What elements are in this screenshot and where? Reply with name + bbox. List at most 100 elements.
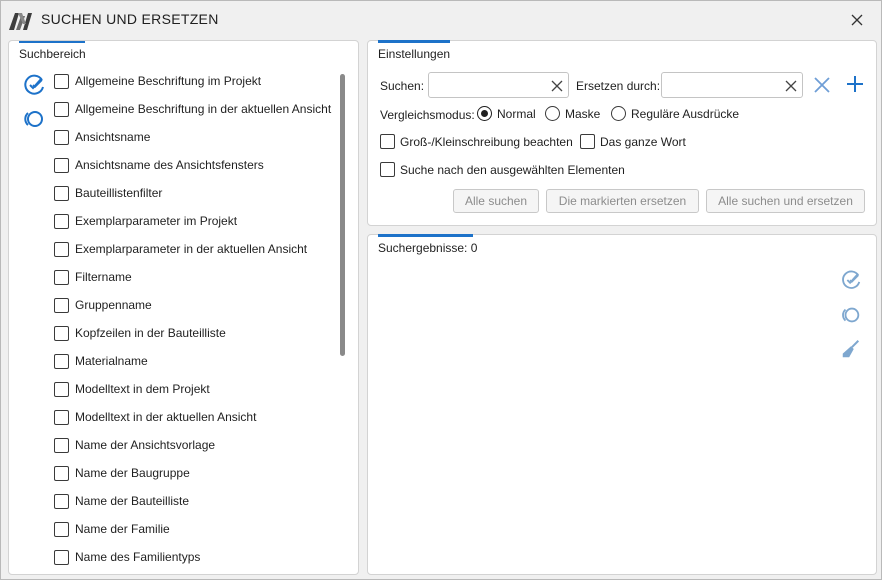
replace-input[interactable] xyxy=(666,76,778,94)
checkbox-box xyxy=(54,185,69,201)
search-area-item-label: Ansichtsname xyxy=(75,130,151,144)
panel-accent xyxy=(378,234,473,237)
mode-normal-label: Normal xyxy=(497,106,536,121)
results-panel: Suchergebnisse: 0 xyxy=(367,234,877,575)
checkbox-box xyxy=(54,493,69,509)
checkbox-box xyxy=(54,549,69,565)
select-all-icon[interactable] xyxy=(22,73,46,97)
search-area-item-label: Bauteillistenfilter xyxy=(75,186,163,200)
checkbox-box xyxy=(54,353,69,369)
mode-mask-radio[interactable]: Maske xyxy=(545,106,600,121)
close-button[interactable] xyxy=(846,9,868,31)
checkbox-box xyxy=(54,157,69,173)
checkbox-box xyxy=(54,73,69,89)
checkbox-box xyxy=(54,213,69,229)
search-selected-label: Suche nach den ausgewählten Elementen xyxy=(400,162,625,177)
search-area-scrollbar[interactable] xyxy=(340,74,345,356)
window-title: SUCHEN UND ERSETZEN xyxy=(41,11,219,27)
clear-replace-icon[interactable] xyxy=(784,79,798,93)
search-area-item[interactable]: Bauteillistenfilter xyxy=(54,182,162,204)
search-area-item[interactable]: Name der Familie xyxy=(54,518,170,540)
panel-accent xyxy=(378,40,450,43)
search-area-item[interactable]: Modelltext in dem Projekt xyxy=(54,378,210,400)
search-area-item[interactable]: Exemplarparameter in der aktuellen Ansic… xyxy=(54,238,307,260)
add-icon[interactable] xyxy=(844,73,866,95)
checkbox-box xyxy=(54,325,69,341)
radio-indicator xyxy=(477,106,492,121)
search-area-item[interactable]: Name der Ansichtsvorlage xyxy=(54,434,215,456)
search-area-item-label: Modelltext in dem Projekt xyxy=(75,382,210,396)
search-replace-window: SUCHEN UND ERSETZEN Suchbereich Allgemei… xyxy=(0,0,882,580)
search-area-item[interactable]: Ansichtsname des Ansichtsfensters xyxy=(54,154,264,176)
search-area-item[interactable]: Ansichtsname xyxy=(54,126,150,148)
whole-word-checkbox[interactable]: Das ganze Wort xyxy=(580,134,686,149)
deselect-results-icon[interactable] xyxy=(840,304,862,326)
search-area-item[interactable]: Allgemeine Beschriftung in der aktuellen… xyxy=(54,98,331,120)
replace-marked-button[interactable]: Die markierten ersetzen xyxy=(546,189,699,213)
search-area-item[interactable]: Name des Familientyps xyxy=(54,546,200,568)
search-area-item[interactable]: Kopfzeilen in der Bauteilliste xyxy=(54,322,226,344)
checkbox-box xyxy=(54,437,69,453)
mode-mask-label: Maske xyxy=(565,106,601,121)
search-area-item-label: Ansichtsname des Ansichtsfensters xyxy=(75,158,264,172)
deselect-all-icon[interactable] xyxy=(22,107,46,131)
search-area-item[interactable]: Modelltext in der aktuellen Ansicht xyxy=(54,406,256,428)
search-area-item-label: Filtername xyxy=(75,270,132,284)
clear-search-icon[interactable] xyxy=(550,79,564,93)
search-area-item[interactable]: Name der Baugruppe xyxy=(54,462,190,484)
select-all-results-icon[interactable] xyxy=(840,269,862,291)
replace-field-box xyxy=(661,72,803,98)
search-area-item-label: Name der Baugruppe xyxy=(75,466,190,480)
find-all-button[interactable]: Alle suchen xyxy=(453,189,539,213)
checkbox-box xyxy=(380,134,395,149)
match-case-label: Groß-/Kleinschreibung beachten xyxy=(400,134,573,149)
remove-icon[interactable] xyxy=(811,74,833,96)
search-area-item[interactable]: Filtername xyxy=(54,266,132,288)
checkbox-box xyxy=(54,297,69,313)
checkbox-box xyxy=(54,381,69,397)
whole-word-label: Das ganze Wort xyxy=(600,134,686,149)
title-bar: SUCHEN UND ERSETZEN xyxy=(1,1,881,37)
search-area-item-label: Name der Bauteilliste xyxy=(75,494,190,508)
search-selected-checkbox[interactable]: Suche nach den ausgewählten Elementen xyxy=(380,162,625,177)
clear-results-broom-icon[interactable] xyxy=(840,338,862,360)
radio-indicator xyxy=(611,106,626,121)
search-area-item-label: Exemplarparameter in der aktuellen Ansic… xyxy=(75,242,308,256)
app-logo-icon xyxy=(9,13,32,30)
close-icon xyxy=(851,14,863,26)
checkbox-box xyxy=(54,465,69,481)
search-input[interactable] xyxy=(433,76,544,94)
checkbox-box xyxy=(54,101,69,117)
search-area-item[interactable]: Allgemeine Beschriftung im Projekt xyxy=(54,70,261,92)
match-case-checkbox[interactable]: Groß-/Kleinschreibung beachten xyxy=(380,134,573,149)
checkbox-box xyxy=(54,521,69,537)
search-area-item[interactable]: Exemplarparameter im Projekt xyxy=(54,210,237,232)
mode-regex-radio[interactable]: Reguläre Ausdrücke xyxy=(611,106,739,121)
panel-accent xyxy=(19,41,85,43)
search-area-item-label: Kopfzeilen in der Bauteilliste xyxy=(75,326,226,340)
search-area-item-label: Allgemeine Beschriftung im Projekt xyxy=(75,74,262,88)
search-area-item-label: Modelltext in der aktuellen Ansicht xyxy=(75,410,257,424)
checkbox-box xyxy=(54,241,69,257)
search-area-item[interactable]: Gruppenname xyxy=(54,294,152,316)
checkbox-box xyxy=(580,134,595,149)
checkbox-box xyxy=(54,409,69,425)
search-label: Suchen: xyxy=(380,79,425,93)
settings-title: Einstellungen xyxy=(378,47,451,61)
search-area-item[interactable]: Materialname xyxy=(54,350,148,372)
search-area-item-label: Name der Familie xyxy=(75,522,170,536)
search-area-item[interactable]: Name der Bauteilliste xyxy=(54,490,189,512)
mode-regex-label: Reguläre Ausdrücke xyxy=(631,106,740,121)
checkbox-box xyxy=(54,129,69,145)
search-area-item-label: Materialname xyxy=(75,354,148,368)
search-area-title: Suchbereich xyxy=(19,47,86,61)
mode-normal-radio[interactable]: Normal xyxy=(477,106,536,121)
find-replace-all-button[interactable]: Alle suchen und ersetzen xyxy=(706,189,865,213)
search-area-item-label: Name des Familientyps xyxy=(75,550,201,564)
replace-label: Ersetzen durch: xyxy=(576,79,661,93)
search-area-item-label: Exemplarparameter im Projekt xyxy=(75,214,238,228)
search-area-panel: Suchbereich Allgemeine Beschriftung im P… xyxy=(8,40,359,575)
results-count: Suchergebnisse: 0 xyxy=(378,241,478,255)
search-area-item-label: Name der Ansichtsvorlage xyxy=(75,438,216,452)
checkbox-box xyxy=(54,269,69,285)
